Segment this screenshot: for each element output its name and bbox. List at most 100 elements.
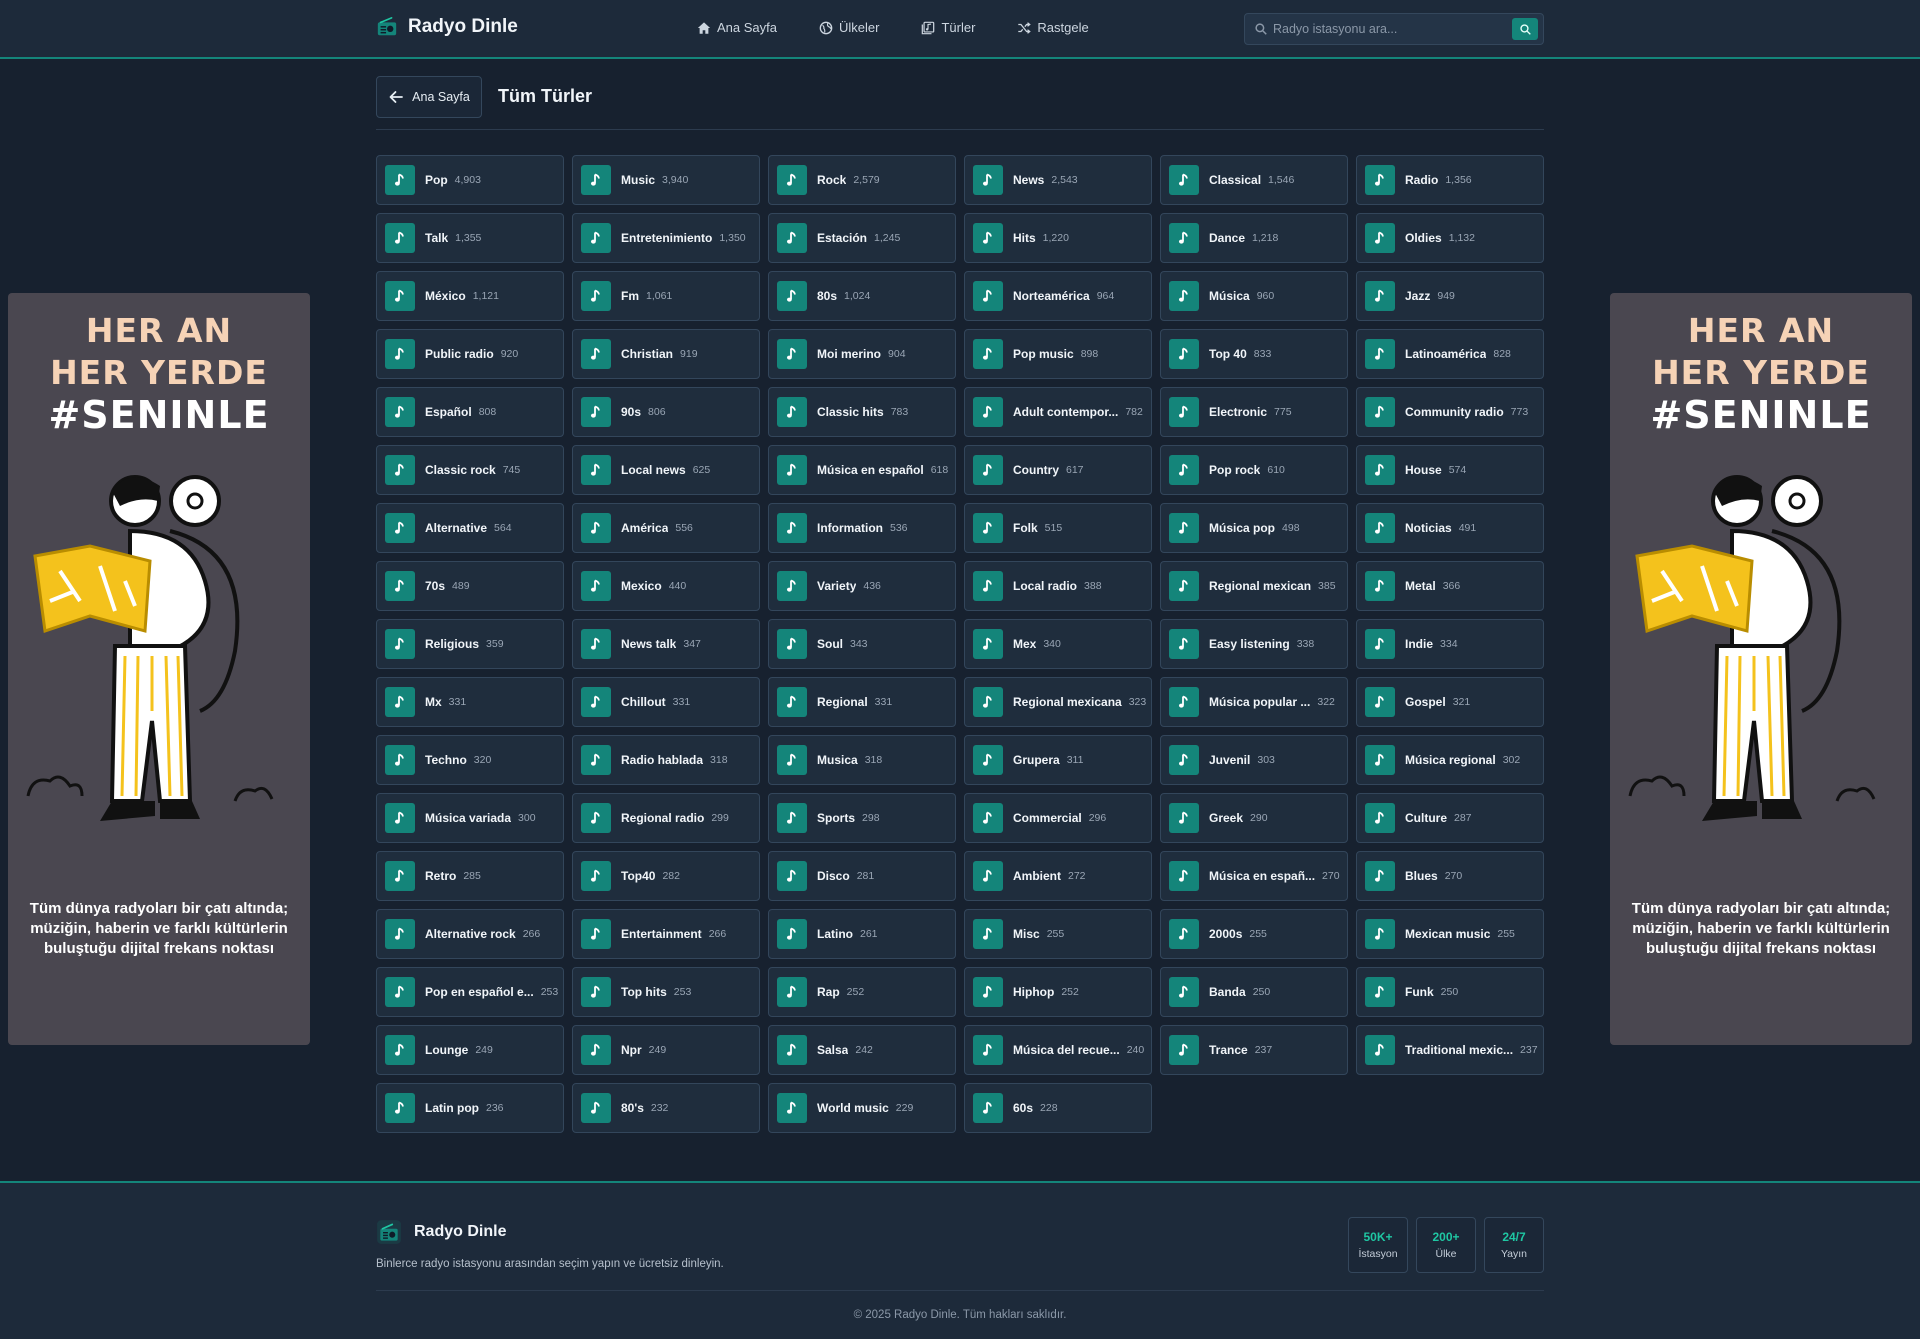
genre-card[interactable]: Top40 282 bbox=[572, 851, 760, 901]
genre-card[interactable]: Information 536 bbox=[768, 503, 956, 553]
genre-card[interactable]: Community radio 773 bbox=[1356, 387, 1544, 437]
genre-card[interactable]: Gospel 321 bbox=[1356, 677, 1544, 727]
nav-countries[interactable]: Ülkeler bbox=[819, 20, 879, 35]
genre-card[interactable]: Lounge 249 bbox=[376, 1025, 564, 1075]
genre-card[interactable]: Disco 281 bbox=[768, 851, 956, 901]
genre-card[interactable]: Techno 320 bbox=[376, 735, 564, 785]
genre-card[interactable]: Religious 359 bbox=[376, 619, 564, 669]
genre-card[interactable]: Mexico 440 bbox=[572, 561, 760, 611]
genre-card[interactable]: Latinoamérica 828 bbox=[1356, 329, 1544, 379]
nav-genres[interactable]: Türler bbox=[921, 20, 975, 35]
genre-card[interactable]: Hits 1,220 bbox=[964, 213, 1152, 263]
genre-card[interactable]: Fm 1,061 bbox=[572, 271, 760, 321]
genre-card[interactable]: Folk 515 bbox=[964, 503, 1152, 553]
genre-card[interactable]: Ambient 272 bbox=[964, 851, 1152, 901]
genre-card[interactable]: House 574 bbox=[1356, 445, 1544, 495]
genre-card[interactable]: Culture 287 bbox=[1356, 793, 1544, 843]
genre-card[interactable]: World music 229 bbox=[768, 1083, 956, 1133]
genre-card[interactable]: Sports 298 bbox=[768, 793, 956, 843]
genre-card[interactable]: Regional mexican 385 bbox=[1160, 561, 1348, 611]
nav-home[interactable]: Ana Sayfa bbox=[697, 20, 777, 35]
genre-card[interactable]: Soul 343 bbox=[768, 619, 956, 669]
genre-card[interactable]: Radio 1,356 bbox=[1356, 155, 1544, 205]
genre-card[interactable]: Pop en español e... 253 bbox=[376, 967, 564, 1017]
genre-card[interactable]: 70s 489 bbox=[376, 561, 564, 611]
genre-card[interactable]: Classic hits 783 bbox=[768, 387, 956, 437]
genre-card[interactable]: Local radio 388 bbox=[964, 561, 1152, 611]
left-promo-banner[interactable]: HER AN HER YERDE #SENINLE Tüm dünya rady… bbox=[8, 293, 310, 1045]
genre-card[interactable]: Música 960 bbox=[1160, 271, 1348, 321]
genre-card[interactable]: Trance 237 bbox=[1160, 1025, 1348, 1075]
genre-card[interactable]: Hiphop 252 bbox=[964, 967, 1152, 1017]
genre-card[interactable]: 80s 1,024 bbox=[768, 271, 956, 321]
genre-card[interactable]: Latino 261 bbox=[768, 909, 956, 959]
genre-card[interactable]: Oldies 1,132 bbox=[1356, 213, 1544, 263]
search-button[interactable] bbox=[1512, 18, 1538, 40]
genre-card[interactable]: Top 40 833 bbox=[1160, 329, 1348, 379]
genre-card[interactable]: Greek 290 bbox=[1160, 793, 1348, 843]
genre-card[interactable]: Entertainment 266 bbox=[572, 909, 760, 959]
search-input[interactable] bbox=[1273, 22, 1495, 36]
genre-card[interactable]: Commercial 296 bbox=[964, 793, 1152, 843]
genre-card[interactable]: Radio hablada 318 bbox=[572, 735, 760, 785]
genre-card[interactable]: Regional mexicana 323 bbox=[964, 677, 1152, 727]
genre-card[interactable]: Classic rock 745 bbox=[376, 445, 564, 495]
genre-card[interactable]: Música en españ... 270 bbox=[1160, 851, 1348, 901]
nav-random[interactable]: Rastgele bbox=[1017, 20, 1089, 35]
genre-card[interactable]: Alternative rock 266 bbox=[376, 909, 564, 959]
genre-card[interactable]: Musica 318 bbox=[768, 735, 956, 785]
genre-card[interactable]: Misc 255 bbox=[964, 909, 1152, 959]
genre-card[interactable]: Local news 625 bbox=[572, 445, 760, 495]
genre-card[interactable]: Jazz 949 bbox=[1356, 271, 1544, 321]
genre-card[interactable]: Juvenil 303 bbox=[1160, 735, 1348, 785]
genre-card[interactable]: Regional 331 bbox=[768, 677, 956, 727]
genre-card[interactable]: Regional radio 299 bbox=[572, 793, 760, 843]
genre-card[interactable]: Música del recue... 240 bbox=[964, 1025, 1152, 1075]
genre-card[interactable]: Latin pop 236 bbox=[376, 1083, 564, 1133]
genre-card[interactable]: 90s 806 bbox=[572, 387, 760, 437]
genre-card[interactable]: Country 617 bbox=[964, 445, 1152, 495]
genre-card[interactable]: Estación 1,245 bbox=[768, 213, 956, 263]
genre-card[interactable]: Pop 4,903 bbox=[376, 155, 564, 205]
genre-card[interactable]: 60s 228 bbox=[964, 1083, 1152, 1133]
genre-card[interactable]: Easy listening 338 bbox=[1160, 619, 1348, 669]
genre-card[interactable]: Mx 331 bbox=[376, 677, 564, 727]
genre-card[interactable]: Variety 436 bbox=[768, 561, 956, 611]
genre-card[interactable]: Npr 249 bbox=[572, 1025, 760, 1075]
genre-card[interactable]: Noticias 491 bbox=[1356, 503, 1544, 553]
genre-card[interactable]: Chillout 331 bbox=[572, 677, 760, 727]
genre-card[interactable]: Salsa 242 bbox=[768, 1025, 956, 1075]
genre-card[interactable]: Mex 340 bbox=[964, 619, 1152, 669]
genre-card[interactable]: Rock 2,579 bbox=[768, 155, 956, 205]
genre-card[interactable]: Pop rock 610 bbox=[1160, 445, 1348, 495]
genre-card[interactable]: Grupera 311 bbox=[964, 735, 1152, 785]
genre-card[interactable]: Alternative 564 bbox=[376, 503, 564, 553]
genre-card[interactable]: Moi merino 904 bbox=[768, 329, 956, 379]
genre-card[interactable]: Pop music 898 bbox=[964, 329, 1152, 379]
genre-card[interactable]: Music 3,940 bbox=[572, 155, 760, 205]
genre-card[interactable]: Public radio 920 bbox=[376, 329, 564, 379]
genre-card[interactable]: Español 808 bbox=[376, 387, 564, 437]
genre-card[interactable]: Top hits 253 bbox=[572, 967, 760, 1017]
genre-card[interactable]: Entretenimiento 1,350 bbox=[572, 213, 760, 263]
genre-card[interactable]: Christian 919 bbox=[572, 329, 760, 379]
genre-card[interactable]: Música regional 302 bbox=[1356, 735, 1544, 785]
genre-card[interactable]: Música variada 300 bbox=[376, 793, 564, 843]
genre-card[interactable]: América 556 bbox=[572, 503, 760, 553]
genre-card[interactable]: Música popular ... 322 bbox=[1160, 677, 1348, 727]
genre-card[interactable]: Rap 252 bbox=[768, 967, 956, 1017]
genre-card[interactable]: Dance 1,218 bbox=[1160, 213, 1348, 263]
genre-card[interactable]: 2000s 255 bbox=[1160, 909, 1348, 959]
genre-card[interactable]: México 1,121 bbox=[376, 271, 564, 321]
genre-card[interactable]: Metal 366 bbox=[1356, 561, 1544, 611]
genre-card[interactable]: Funk 250 bbox=[1356, 967, 1544, 1017]
genre-card[interactable]: Música pop 498 bbox=[1160, 503, 1348, 553]
genre-card[interactable]: Adult contempor... 782 bbox=[964, 387, 1152, 437]
genre-card[interactable]: Banda 250 bbox=[1160, 967, 1348, 1017]
back-button[interactable]: Ana Sayfa bbox=[376, 76, 482, 118]
genre-card[interactable]: Electronic 775 bbox=[1160, 387, 1348, 437]
genre-card[interactable]: News talk 347 bbox=[572, 619, 760, 669]
genre-card[interactable]: Mexican music 255 bbox=[1356, 909, 1544, 959]
genre-card[interactable]: Classical 1,546 bbox=[1160, 155, 1348, 205]
footer-brand[interactable]: Radyo Dinle bbox=[376, 1219, 506, 1245]
